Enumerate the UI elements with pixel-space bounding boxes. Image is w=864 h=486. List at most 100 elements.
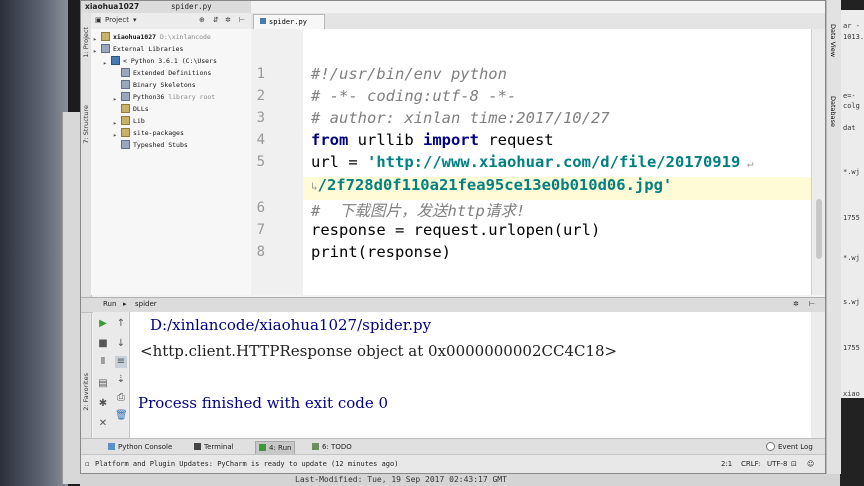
caret-position[interactable]: 2:1 bbox=[721, 460, 732, 468]
code-token: urllib bbox=[348, 131, 423, 149]
code-line[interactable]: # -*- coding:utf-8 -*- bbox=[311, 87, 516, 105]
status-icon: ▫ bbox=[85, 460, 90, 468]
code-line[interactable]: response = request.urlopen(url) bbox=[311, 221, 600, 239]
tree-item[interactable]: DLLs bbox=[113, 103, 149, 115]
inspector-icon[interactable]: ☺ bbox=[807, 460, 814, 468]
console-scrollbar[interactable] bbox=[811, 312, 825, 438]
code-token: 'http://www.xiaohuar.com/d/file/20170919 bbox=[367, 153, 741, 171]
tree-item[interactable]: ▸ < Python 3.6.1 (C:\Users bbox=[103, 55, 217, 67]
tab-terminal[interactable]: Terminal bbox=[191, 441, 237, 453]
code-line[interactable]: # 下载图片，发送http请求! bbox=[311, 199, 525, 221]
settings-icon[interactable]: ✱ bbox=[97, 398, 109, 410]
data-view-tool-tab[interactable]: Data View bbox=[829, 24, 837, 57]
line-number: 7 bbox=[256, 222, 265, 238]
tab-event-log[interactable]: Event Log bbox=[763, 441, 816, 453]
folder-icon: ▣ bbox=[95, 16, 102, 24]
structure-tool-tab[interactable]: 7: Structure bbox=[81, 105, 91, 144]
tab-todo[interactable]: 6: TODO bbox=[309, 441, 355, 453]
tree-item[interactable]: ▸ Lib bbox=[113, 115, 145, 127]
hide-icon[interactable]: ⊢ bbox=[239, 16, 245, 24]
gear-icon[interactable]: ✲ bbox=[793, 300, 799, 308]
code-line[interactable]: #!/usr/bin/env python bbox=[311, 65, 507, 83]
tree-item[interactable]: ▸ xiaohua1027 D:\xinlancode bbox=[93, 31, 211, 43]
code-line[interactable]: url = 'http://www.xiaohuar.com/d/file/20… bbox=[311, 153, 754, 171]
project-tool-tab[interactable]: 1: Project bbox=[81, 27, 91, 58]
expand-arrow-icon[interactable]: ▸ bbox=[113, 129, 118, 139]
expand-arrow-icon[interactable]: ▸ bbox=[103, 57, 108, 67]
code-token: request bbox=[478, 131, 554, 149]
trash-icon[interactable]: 🗑 bbox=[115, 410, 128, 422]
expand-arrow-icon[interactable] bbox=[113, 105, 118, 112]
expand-arrow-icon[interactable]: ▸ bbox=[113, 117, 118, 127]
collapse-icon[interactable]: ⊕ bbox=[199, 16, 205, 24]
nav-file-name[interactable]: spider.py bbox=[171, 2, 212, 11]
hide-panel-icon[interactable]: ⊢ bbox=[809, 300, 815, 308]
tab-run[interactable]: 4: Run bbox=[255, 441, 296, 455]
soft-wrap-continuation-icon: ↳ bbox=[311, 180, 318, 193]
rerun-icon[interactable]: ▶ bbox=[97, 318, 109, 330]
tree-item[interactable]: ▸ Python36 library root bbox=[113, 91, 215, 103]
code-token: import bbox=[422, 131, 479, 149]
chevron-down-icon[interactable]: ▾ bbox=[133, 16, 137, 24]
ide-window: xiaohua1027 spider.py 1: Project 7: Stru… bbox=[80, 0, 826, 474]
layout-icon[interactable]: ▤ bbox=[97, 378, 109, 390]
expand-arrow-icon[interactable]: ▸ bbox=[93, 33, 98, 43]
run-config-icon: ▸ bbox=[123, 300, 127, 308]
nav-project-name[interactable]: xiaohua1027 bbox=[85, 2, 139, 11]
code-editor[interactable]: #!/usr/bin/env python # -*- coding:utf-8 … bbox=[303, 29, 811, 295]
tree-item-label: Lib bbox=[133, 117, 145, 125]
expand-arrow-icon[interactable] bbox=[113, 81, 118, 88]
code-line[interactable]: from urllib import request bbox=[311, 131, 554, 149]
tree-item-label: Typeshed Stubs bbox=[133, 141, 188, 149]
tree-item[interactable]: Typeshed Stubs bbox=[113, 139, 188, 151]
expand-arrow-icon[interactable]: ▸ bbox=[113, 93, 118, 103]
run-panel-header: Run ▸ spider ✲ ⊢ bbox=[81, 297, 825, 313]
background-dark-bar bbox=[840, 0, 864, 10]
run-toolbar: ▶ ↑ ■ ↓ Ⅱ ≡ ⇣ ▤ ⎙ ✱ 🗑 ✕ bbox=[93, 312, 130, 438]
line-number-gutter: 1 2 3 4 5 6 7 8 bbox=[251, 29, 304, 295]
background-window-edge bbox=[62, 112, 81, 484]
background-text: 1755 bbox=[843, 344, 860, 352]
code-line[interactable]: print(response) bbox=[311, 243, 451, 261]
project-view-selector[interactable]: Project bbox=[105, 16, 129, 24]
scroll-up-icon[interactable]: ↑ bbox=[115, 318, 127, 330]
status-message[interactable]: Platform and Plugin Updates: PyCharm is … bbox=[95, 460, 398, 468]
scroll-end-icon[interactable]: ⇣ bbox=[115, 374, 127, 386]
tree-item[interactable]: Binary Skeletons bbox=[113, 79, 196, 91]
run-config-name[interactable]: spider bbox=[135, 300, 157, 308]
tab-python-console[interactable]: Python Console bbox=[105, 441, 175, 453]
code-line[interactable]: ↳/2f728d0f110a21fea95ce13e0b010d06.jpg' bbox=[311, 176, 672, 194]
tree-item-label: Extended Definitions bbox=[133, 69, 212, 77]
favorites-tool-tab[interactable]: 2: Favorites bbox=[81, 373, 91, 411]
soft-wrap-icon[interactable]: ≡ bbox=[115, 356, 127, 368]
library-icon bbox=[101, 43, 110, 53]
code-line[interactable]: # author: xinlan time:2017/10/27 bbox=[311, 109, 610, 127]
tree-item-label: External Libraries bbox=[113, 45, 184, 53]
gear-icon[interactable]: ✲ bbox=[225, 16, 231, 24]
expand-arrow-icon[interactable]: ▸ bbox=[93, 45, 98, 55]
tree-item[interactable]: ▸ External Libraries bbox=[93, 43, 183, 55]
database-tool-tab[interactable]: Database bbox=[829, 96, 837, 127]
close-icon[interactable]: ✕ bbox=[97, 418, 109, 430]
tree-item[interactable]: Extended Definitions bbox=[113, 67, 211, 79]
tree-item-label: Python36 bbox=[133, 93, 165, 101]
stop-icon[interactable]: ■ bbox=[97, 338, 109, 350]
line-separator[interactable]: CRLF: bbox=[741, 460, 761, 468]
tree-item[interactable]: ▸ site-packages bbox=[113, 127, 184, 139]
lock-icon[interactable]: ⊡ bbox=[791, 460, 797, 468]
scroll-down-icon[interactable]: ↓ bbox=[115, 338, 127, 350]
print-icon[interactable]: ⎙ bbox=[115, 392, 127, 404]
expand-arrow-icon[interactable] bbox=[113, 141, 118, 148]
editor-scroll-thumb[interactable] bbox=[816, 199, 822, 259]
bottom-tool-tabs: Python Console Terminal 4: Run 6: TODO E… bbox=[81, 438, 825, 455]
file-encoding[interactable]: UTF-8 bbox=[767, 460, 787, 468]
editor-scrollbar[interactable] bbox=[811, 29, 825, 295]
expand-arrow-icon[interactable] bbox=[113, 69, 118, 76]
background-text: ar - bbox=[843, 22, 860, 30]
sync-icon[interactable]: ⇵ bbox=[213, 16, 219, 24]
pause-icon[interactable]: Ⅱ bbox=[97, 356, 109, 368]
tab-label: 6: TODO bbox=[322, 443, 352, 451]
run-console-output[interactable]: D:/xinlancode/xiaohua1027/spider.py <htt… bbox=[130, 312, 811, 438]
background-window-right: ar - 1013. e=- colg dat *.wj 1755 *.wj s… bbox=[840, 0, 864, 486]
tab-spider-py[interactable]: spider.py bbox=[253, 14, 325, 29]
